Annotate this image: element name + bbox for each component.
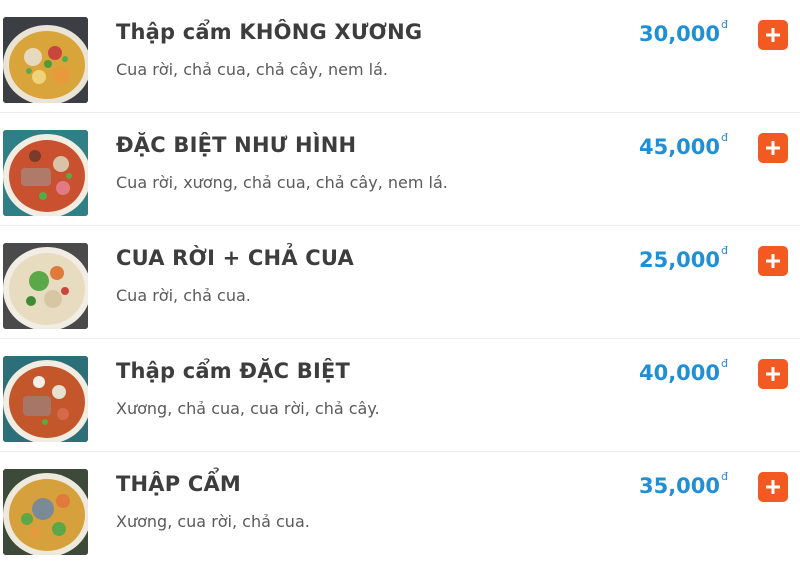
menu-item[interactable]: THẬP CẨM Xương, cua rời, chả cua. 35,000… bbox=[0, 452, 800, 565]
currency-symbol: đ bbox=[721, 470, 728, 483]
plus-icon bbox=[766, 367, 780, 381]
dish-photo[interactable] bbox=[3, 356, 88, 442]
dish-name: Thập cẩm ĐẶC BIỆT bbox=[116, 359, 351, 383]
dish-price: 25,000đ bbox=[638, 244, 728, 272]
add-to-cart-button[interactable] bbox=[758, 133, 788, 163]
currency-symbol: đ bbox=[721, 18, 728, 31]
dish-description: Cua rời, chả cua. bbox=[116, 286, 251, 305]
add-to-cart-button[interactable] bbox=[758, 359, 788, 389]
plus-icon bbox=[766, 141, 780, 155]
dish-name: CUA RỜI + CHẢ CUA bbox=[116, 246, 354, 270]
dish-name: THẬP CẨM bbox=[116, 472, 242, 496]
add-to-cart-button[interactable] bbox=[758, 472, 788, 502]
menu-item[interactable]: Thập cẩm KHÔNG XƯƠNG Cua rời, chả cua, c… bbox=[0, 0, 800, 113]
price-value: 40,000 bbox=[638, 361, 721, 385]
plus-icon bbox=[766, 254, 780, 268]
menu-list: Thập cẩm KHÔNG XƯƠNG Cua rời, chả cua, c… bbox=[0, 0, 800, 565]
currency-symbol: đ bbox=[721, 244, 728, 257]
plus-icon bbox=[766, 28, 780, 42]
menu-item[interactable]: Thập cẩm ĐẶC BIỆT Xương, chả cua, cua rờ… bbox=[0, 339, 800, 452]
dish-description: Cua rời, xương, chả cua, chả cây, nem lá… bbox=[116, 173, 448, 192]
dish-price: 45,000đ bbox=[638, 131, 728, 159]
dish-photo[interactable] bbox=[3, 130, 88, 216]
currency-symbol: đ bbox=[721, 357, 728, 370]
price-value: 45,000 bbox=[638, 135, 721, 159]
dish-photo[interactable] bbox=[3, 17, 88, 103]
price-value: 35,000 bbox=[638, 474, 721, 498]
dish-description: Xương, cua rời, chả cua. bbox=[116, 512, 310, 531]
dish-name: ĐẶC BIỆT NHƯ HÌNH bbox=[116, 133, 357, 157]
dish-photo[interactable] bbox=[3, 469, 88, 555]
currency-symbol: đ bbox=[721, 131, 728, 144]
add-to-cart-button[interactable] bbox=[758, 20, 788, 50]
dish-price: 40,000đ bbox=[638, 357, 728, 385]
dish-photo[interactable] bbox=[3, 243, 88, 329]
dish-price: 30,000đ bbox=[638, 18, 728, 46]
dish-price: 35,000đ bbox=[638, 470, 728, 498]
price-value: 25,000 bbox=[638, 248, 721, 272]
dish-description: Cua rời, chả cua, chả cây, nem lá. bbox=[116, 60, 388, 79]
dish-description: Xương, chả cua, cua rời, chả cây. bbox=[116, 399, 380, 418]
dish-name: Thập cẩm KHÔNG XƯƠNG bbox=[116, 20, 423, 44]
add-to-cart-button[interactable] bbox=[758, 246, 788, 276]
menu-item[interactable]: ĐẶC BIỆT NHƯ HÌNH Cua rời, xương, chả cu… bbox=[0, 113, 800, 226]
plus-icon bbox=[766, 480, 780, 494]
price-value: 30,000 bbox=[638, 22, 721, 46]
menu-item[interactable]: CUA RỜI + CHẢ CUA Cua rời, chả cua. 25,0… bbox=[0, 226, 800, 339]
